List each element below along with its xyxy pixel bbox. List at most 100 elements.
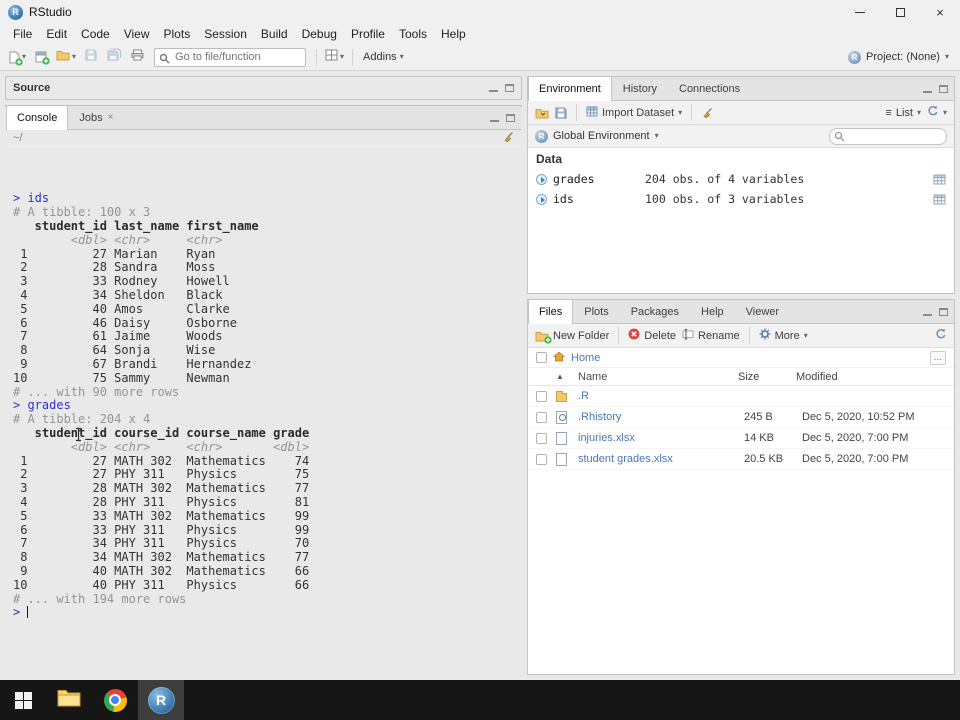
file-name-link[interactable]: .Rhistory	[578, 411, 621, 423]
new-file-icon	[9, 51, 20, 64]
column-header-modified[interactable]: Modified	[796, 371, 946, 383]
open-file-button[interactable]: ▾	[54, 46, 78, 68]
console-line: 6 46 Daisy Osborne	[13, 317, 514, 331]
console-prompt-line[interactable]: >	[13, 606, 514, 620]
tab-console[interactable]: Console	[6, 106, 68, 130]
new-folder-button[interactable]: New Folder	[535, 330, 609, 342]
new-project-button[interactable]	[31, 46, 51, 68]
maximize-pane-icon[interactable]	[506, 114, 515, 122]
breadcrumb-more-button[interactable]: ...	[930, 351, 946, 365]
clear-console-icon[interactable]	[502, 131, 514, 146]
chevron-down-icon: ▾	[400, 53, 404, 61]
pane-layout-icon	[325, 48, 338, 66]
pane-layout-button[interactable]: ▾	[323, 46, 346, 68]
environment-object-row[interactable]: ids 100 obs. of 3 variables	[528, 189, 954, 209]
object-name[interactable]: grades	[553, 172, 639, 186]
file-checkbox[interactable]	[536, 391, 547, 402]
object-name[interactable]: ids	[553, 192, 639, 206]
goto-file-input[interactable]	[154, 48, 306, 67]
file-checkbox[interactable]	[536, 454, 547, 465]
delete-button[interactable]: Delete	[628, 328, 676, 343]
tab-connections[interactable]: Connections	[668, 77, 751, 100]
minimize-pane-icon[interactable]	[923, 314, 932, 316]
view-table-icon[interactable]	[933, 194, 946, 205]
close-button[interactable]: ×	[920, 0, 960, 24]
tab-environment[interactable]: Environment	[528, 77, 612, 101]
start-button[interactable]	[0, 680, 46, 720]
column-header-size[interactable]: Size	[738, 371, 796, 383]
minimize-button[interactable]	[840, 0, 880, 24]
save-button[interactable]	[81, 46, 101, 68]
file-checkbox[interactable]	[536, 412, 547, 423]
breadcrumb-home-link[interactable]: Home	[571, 352, 600, 364]
maximize-pane-icon[interactable]	[505, 84, 514, 92]
menu-item[interactable]: Code	[74, 25, 117, 43]
view-table-icon[interactable]	[933, 174, 946, 185]
sort-ascending-icon[interactable]: ▲	[556, 372, 564, 381]
column-header-name[interactable]: Name	[578, 371, 738, 383]
expand-object-icon[interactable]	[536, 194, 547, 205]
menu-item[interactable]: Build	[254, 25, 295, 43]
menu-item[interactable]: Edit	[39, 25, 74, 43]
maximize-pane-icon[interactable]	[939, 308, 948, 316]
console-line: 9 67 Brandi Hernandez	[13, 358, 514, 372]
menu-item[interactable]: Profile	[344, 25, 392, 43]
file-name-link[interactable]: student grades.xlsx	[578, 453, 673, 465]
environment-object-row[interactable]: grades 204 obs. of 4 variables	[528, 169, 954, 189]
save-all-button[interactable]	[104, 46, 124, 68]
file-name-link[interactable]: .R	[578, 390, 589, 402]
menu-item[interactable]: Plots	[157, 25, 198, 43]
refresh-environment-button[interactable]: ▾	[927, 105, 947, 120]
environment-scope-selector[interactable]: Global Environment	[553, 130, 650, 142]
tab-close-icon[interactable]: ×	[108, 112, 114, 123]
tab-jobs[interactable]: Jobs ×	[68, 106, 124, 129]
refresh-files-icon[interactable]	[935, 328, 947, 343]
tab-help[interactable]: Help	[690, 300, 735, 323]
menu-item[interactable]: Help	[434, 25, 473, 43]
file-row[interactable]: injuries.xlsx 14 KB Dec 5, 2020, 7:00 PM	[528, 428, 954, 449]
taskbar-rstudio[interactable]: R	[138, 680, 184, 720]
menu-item[interactable]: Debug	[295, 25, 344, 43]
chevron-down-icon: ▾	[655, 132, 659, 140]
select-all-checkbox[interactable]	[536, 352, 547, 363]
file-row[interactable]: .Rhistory 245 B Dec 5, 2020, 10:52 PM	[528, 407, 954, 428]
menu-item[interactable]: Tools	[392, 25, 434, 43]
rename-button[interactable]: Rename	[682, 328, 740, 343]
list-view-selector[interactable]: ≡ List ▾	[885, 107, 921, 119]
minimize-pane-icon[interactable]	[923, 91, 932, 93]
files-column-headers: ▲ Name Size Modified	[528, 368, 954, 386]
console-output[interactable]: > ids# A tibble: 100 x 3 student_id last…	[6, 147, 521, 634]
expand-object-icon[interactable]	[536, 174, 547, 185]
more-button[interactable]: More ▾	[759, 328, 808, 343]
working-directory[interactable]: ~/	[13, 132, 22, 144]
maximize-pane-icon[interactable]	[939, 85, 948, 93]
file-checkbox[interactable]	[536, 433, 547, 444]
save-workspace-button[interactable]	[555, 107, 567, 119]
tab-files[interactable]: Files	[528, 300, 573, 324]
import-dataset-button[interactable]: Import Dataset ▾	[586, 106, 682, 120]
menu-item[interactable]: View	[117, 25, 157, 43]
taskbar-chrome[interactable]	[92, 680, 138, 720]
file-name-link[interactable]: injuries.xlsx	[578, 432, 635, 444]
taskbar-file-explorer[interactable]	[46, 680, 92, 720]
load-workspace-button[interactable]	[535, 107, 549, 119]
tab-history[interactable]: History	[612, 77, 668, 100]
menu-item[interactable]: Session	[197, 25, 254, 43]
menu-item[interactable]: File	[6, 25, 39, 43]
clear-environment-icon[interactable]	[701, 107, 713, 119]
tab-plots[interactable]: Plots	[573, 300, 619, 323]
addins-button[interactable]: Addins ▾	[359, 51, 408, 63]
tab-packages[interactable]: Packages	[620, 300, 690, 323]
minimize-pane-icon[interactable]	[490, 120, 499, 122]
tab-viewer[interactable]: Viewer	[735, 300, 790, 323]
file-row[interactable]: .R	[528, 386, 954, 407]
project-selector[interactable]: R Project: (None) ▾	[848, 51, 953, 64]
environment-search-input[interactable]	[829, 128, 947, 145]
maximize-button[interactable]	[880, 0, 920, 24]
minimize-pane-icon[interactable]	[489, 90, 498, 92]
new-file-button[interactable]: ▾	[7, 46, 28, 68]
print-button[interactable]	[127, 46, 147, 68]
file-icon	[556, 411, 567, 424]
file-row[interactable]: student grades.xlsx 20.5 KB Dec 5, 2020,…	[528, 449, 954, 470]
console-line: # ... with 194 more rows	[13, 593, 514, 607]
